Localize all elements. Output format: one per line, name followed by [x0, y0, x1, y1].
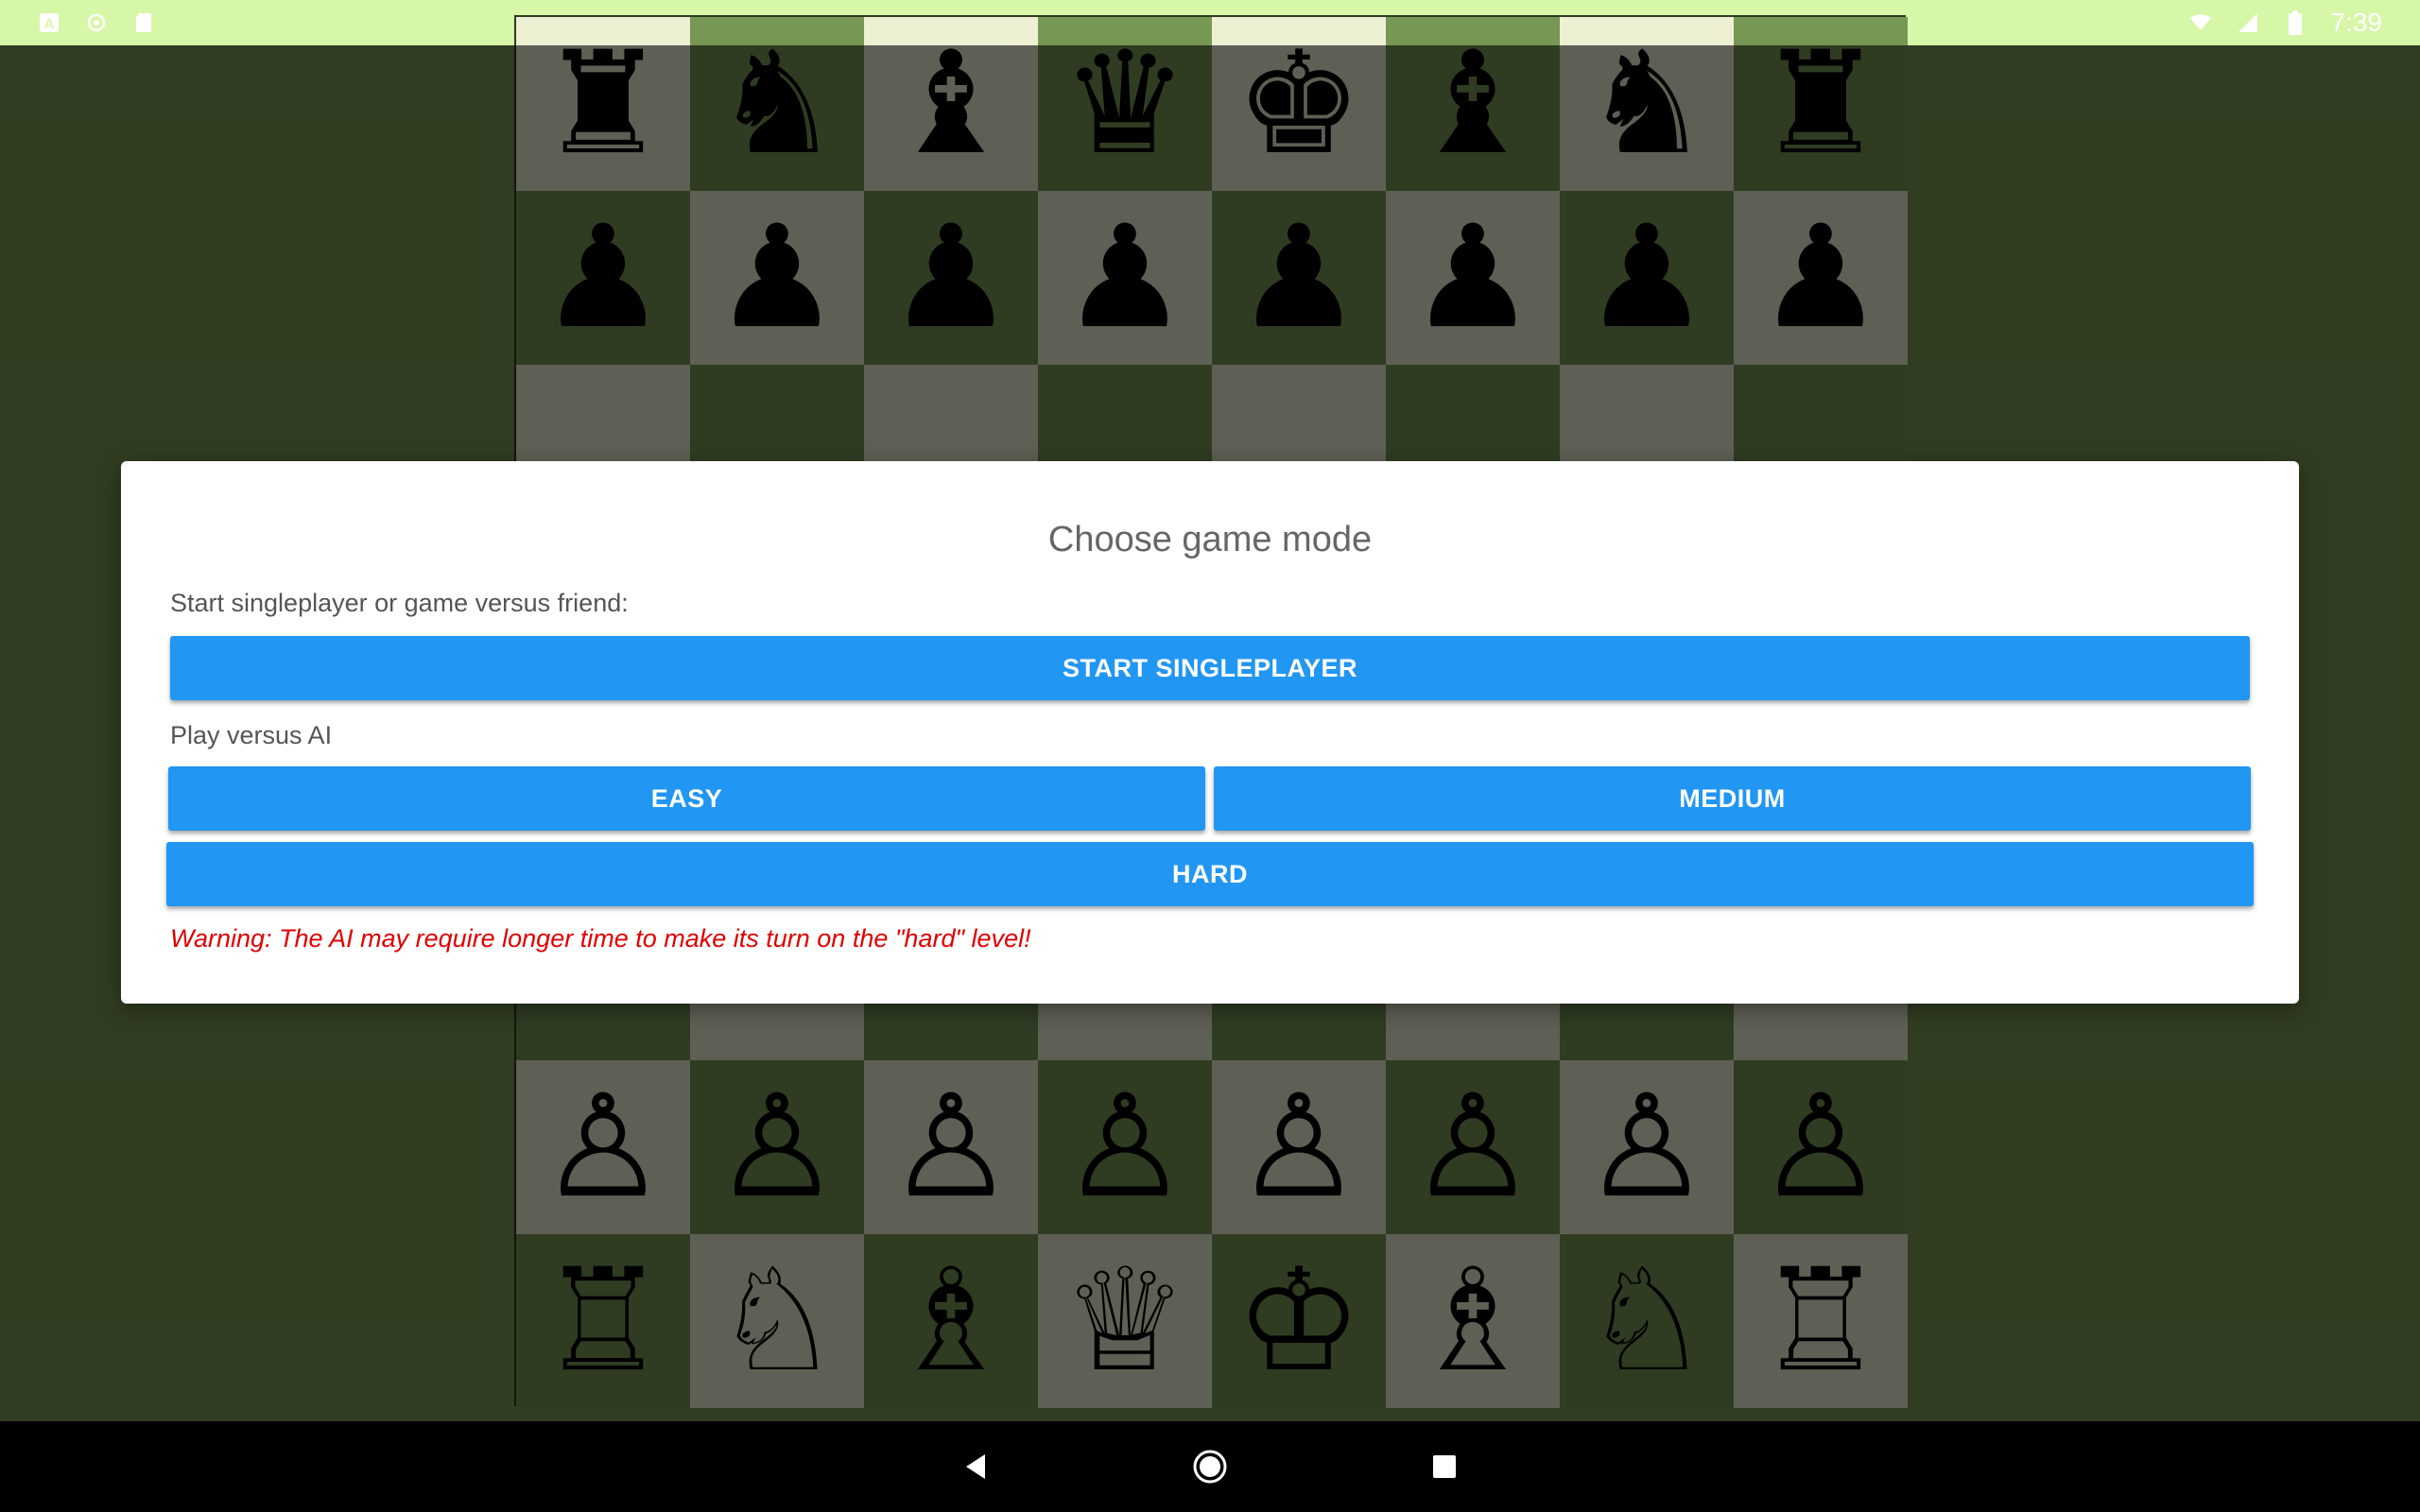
svg-text:A: A [44, 16, 55, 32]
status-bar-right: 7:39 [2189, 8, 2383, 38]
hard-level-warning: Warning: The AI may require longer time … [170, 924, 1031, 953]
sync-icon [85, 11, 108, 34]
signal-icon [2237, 11, 2259, 34]
singleplayer-label: Start singleplayer or game versus friend… [170, 589, 629, 617]
sd-card-icon [132, 11, 155, 34]
status-time: 7:39 [2330, 8, 2383, 37]
home-icon[interactable] [1187, 1444, 1233, 1489]
start-singleplayer-button[interactable]: START SINGLEPLAYER [170, 636, 2250, 700]
easy-button[interactable]: EASY [168, 766, 1205, 831]
a-icon: A [38, 11, 60, 34]
navigation-bar [0, 1421, 2420, 1512]
wifi-icon [2189, 11, 2212, 34]
game-mode-dialog: Choose game mode Start singleplayer or g… [121, 461, 2299, 1004]
dialog-title: Choose game mode [1047, 520, 1373, 559]
hard-button[interactable]: HARD [166, 842, 2254, 906]
recents-icon[interactable] [1422, 1444, 1467, 1489]
back-icon[interactable] [953, 1444, 998, 1489]
status-bar-left: A [38, 11, 155, 34]
battery-icon [2284, 10, 2307, 35]
ai-label: Play versus AI [170, 721, 333, 749]
medium-button[interactable]: MEDIUM [1214, 766, 2251, 831]
